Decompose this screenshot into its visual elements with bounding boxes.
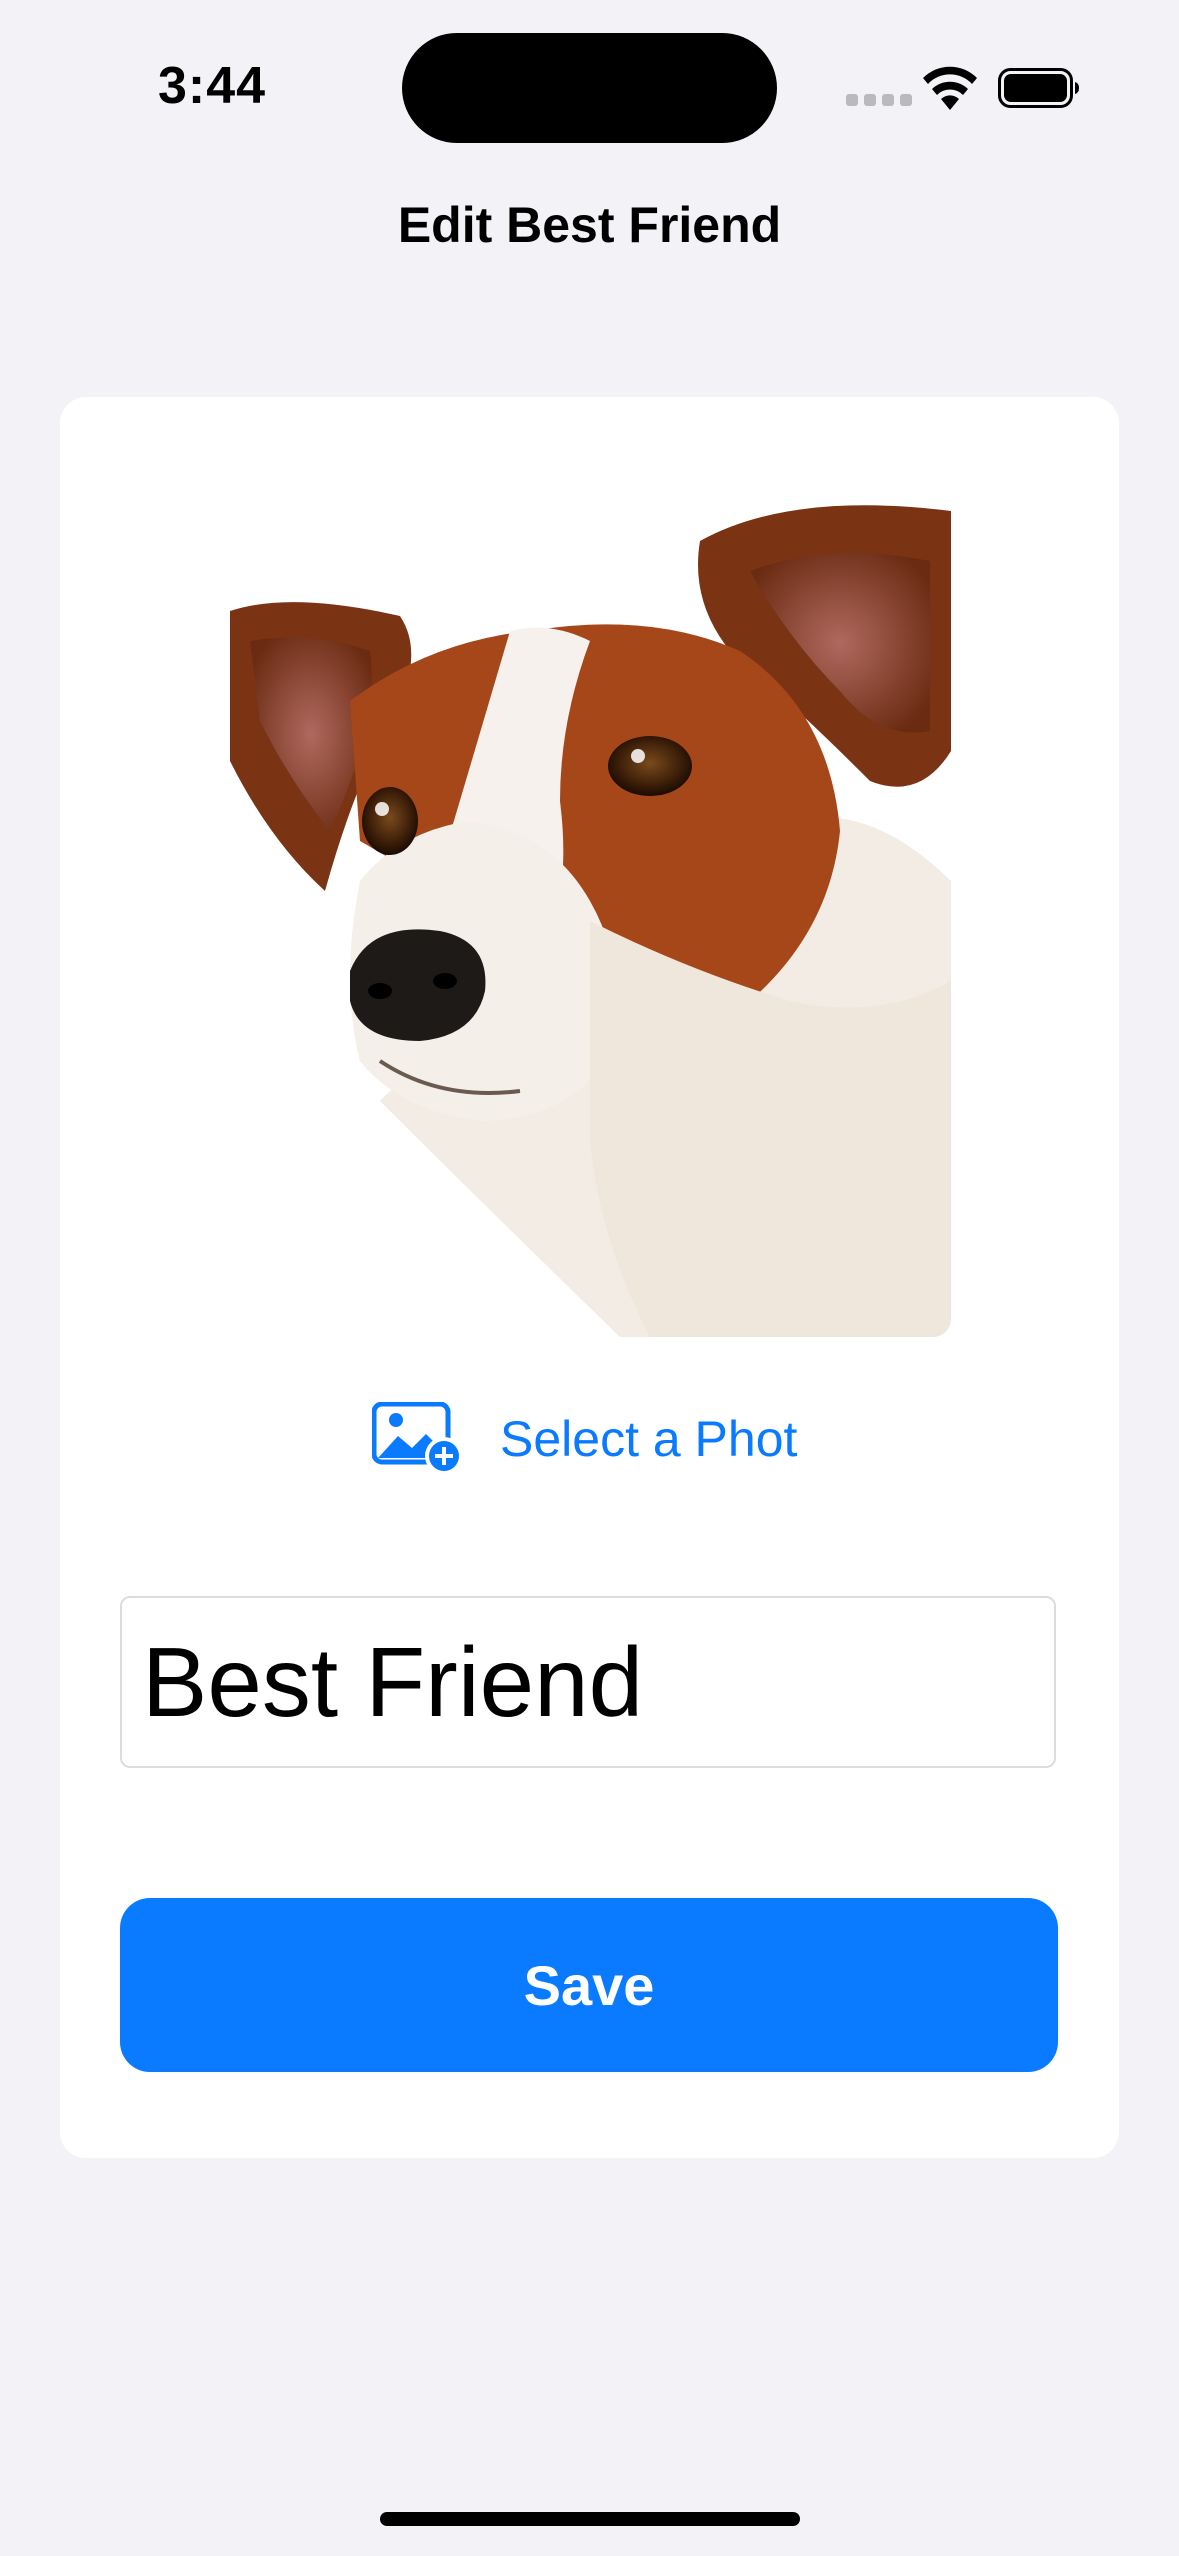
dog-illustration	[230, 505, 951, 1337]
cellular-signal-icon	[846, 94, 912, 106]
dog-photo	[230, 501, 951, 1337]
home-indicator	[380, 2512, 800, 2526]
select-photo-button[interactable]: Select a Phot	[372, 1402, 797, 1476]
battery-icon	[998, 68, 1079, 108]
dynamic-island	[402, 33, 777, 143]
photo-badge-plus-icon	[372, 1402, 463, 1475]
page-title: Edit Best Friend	[397, 197, 782, 253]
select-photo-label: Select a Phot	[500, 1411, 798, 1467]
save-button[interactable]: Save	[120, 1898, 1058, 2072]
name-field-value: Best Friend	[142, 1626, 644, 1737]
name-field[interactable]: Best Friend	[120, 1596, 1056, 1768]
wifi-icon	[923, 66, 977, 110]
status-time: 3:44	[158, 57, 267, 115]
edit-card: Select a Phot Best Friend Save	[60, 397, 1119, 2158]
save-button-label: Save	[523, 1953, 655, 2017]
